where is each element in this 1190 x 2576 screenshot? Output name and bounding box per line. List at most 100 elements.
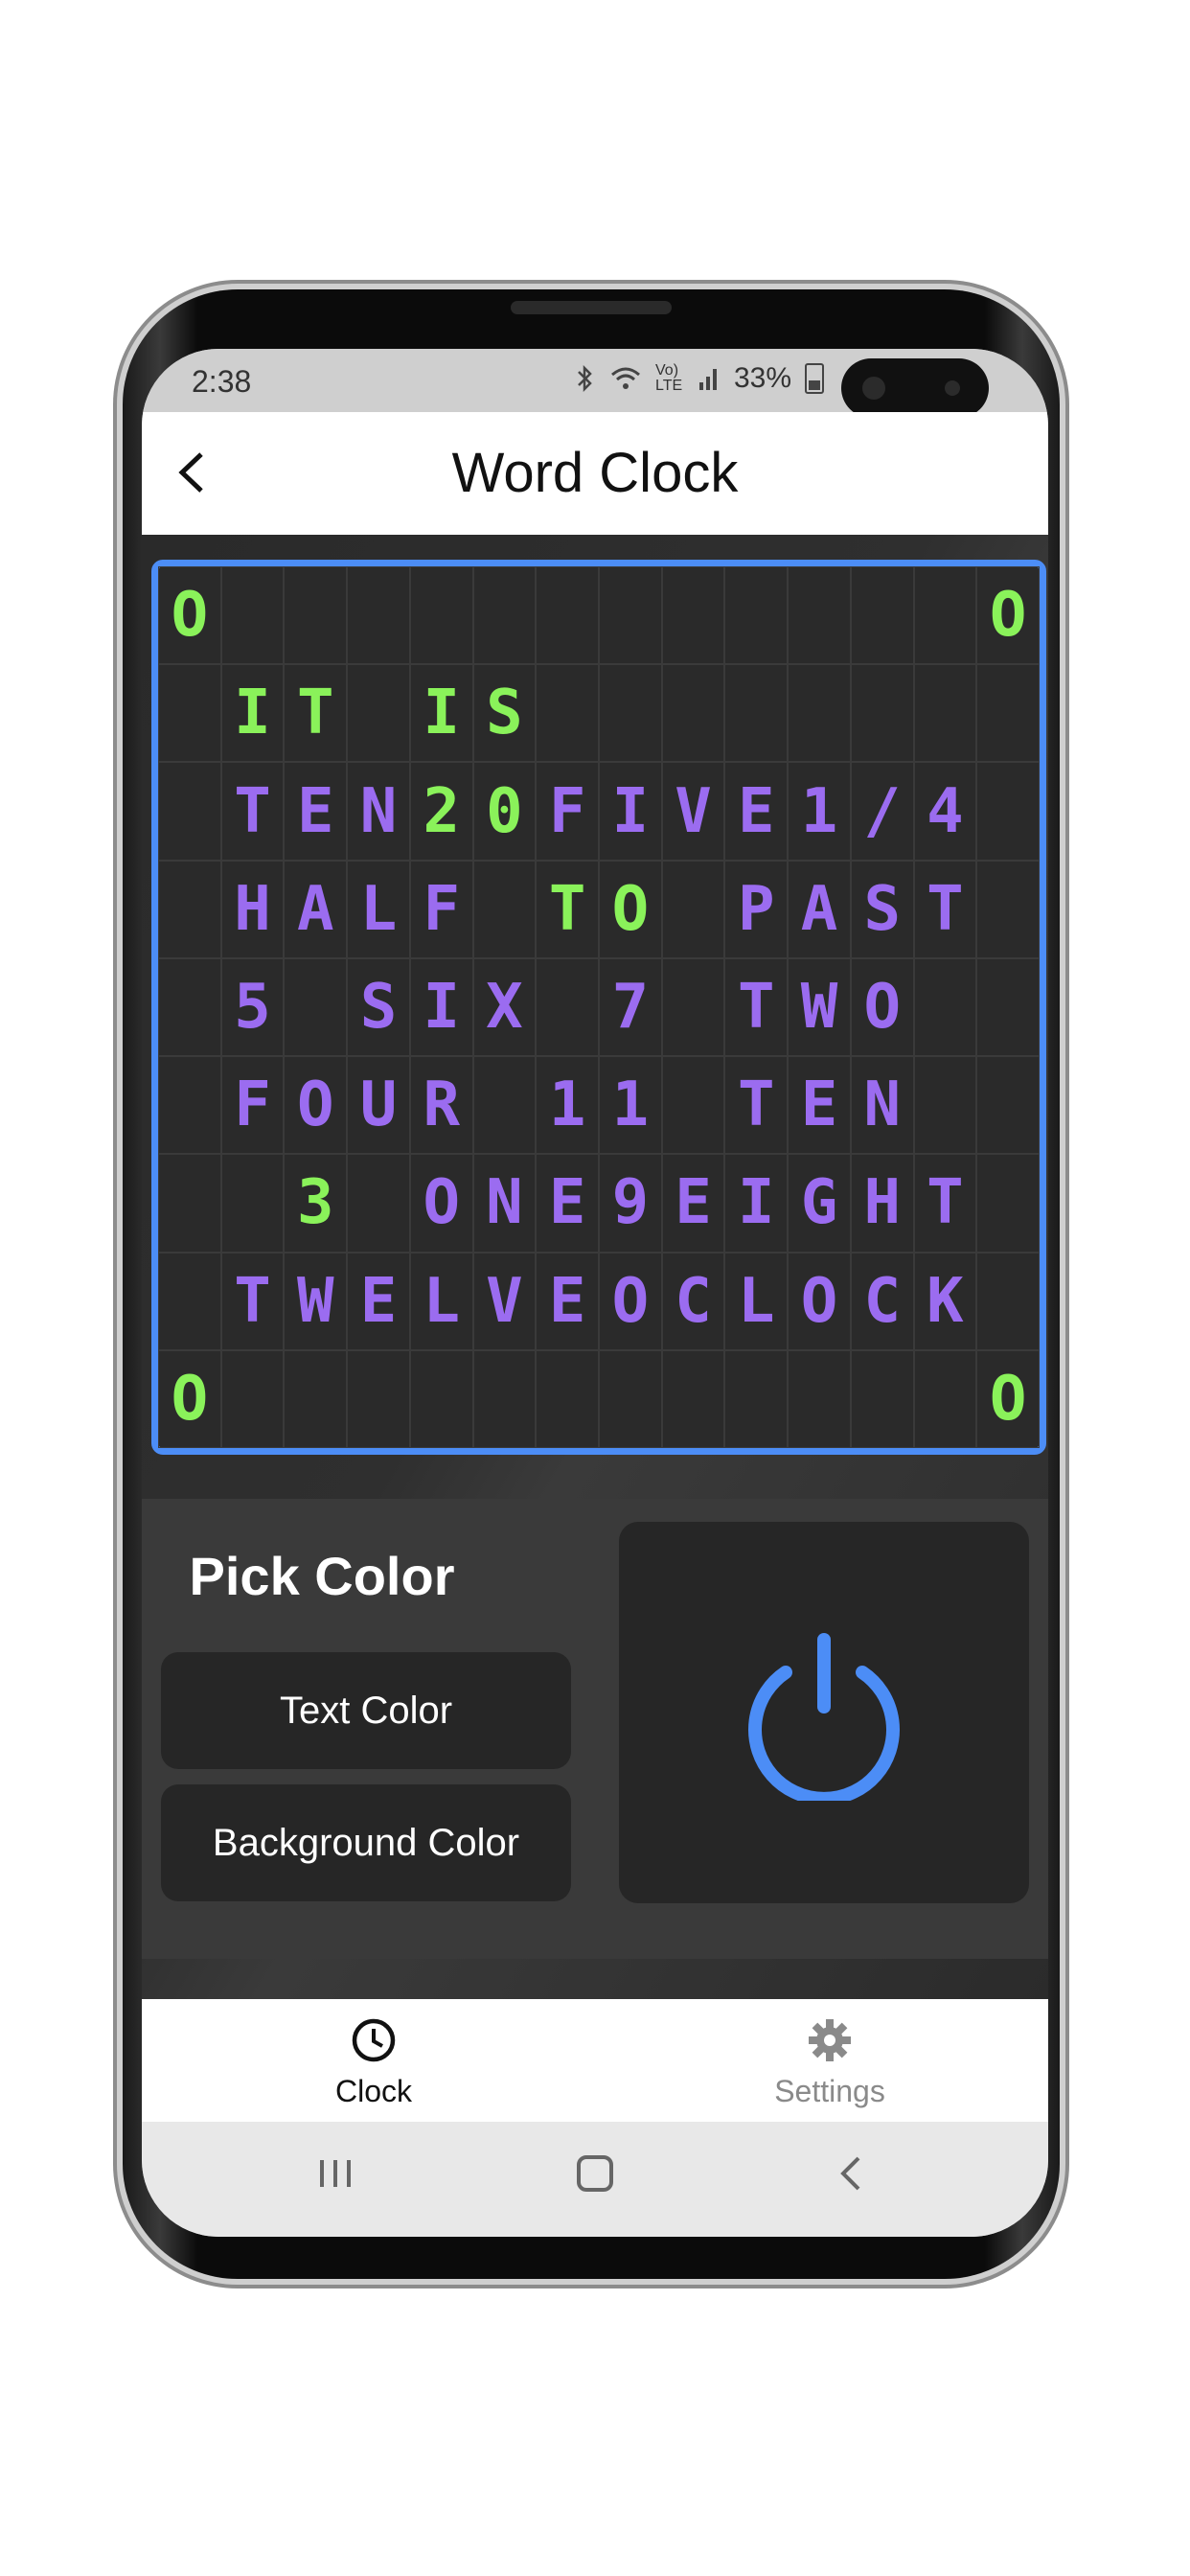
grid-letter: I xyxy=(409,664,473,763)
grid-cell-empty xyxy=(409,566,473,665)
text-color-button[interactable]: Text Color xyxy=(161,1652,571,1769)
grid-letter: S xyxy=(472,664,537,763)
grid-letter: 1 xyxy=(599,1056,662,1155)
grid-letter: E xyxy=(347,1252,410,1350)
tab-settings[interactable]: Settings xyxy=(724,2016,935,2109)
grid-cell-empty xyxy=(788,664,851,763)
background-color-button[interactable]: Background Color xyxy=(161,1784,571,1901)
clock-icon xyxy=(352,2018,396,2062)
grid-letter: K xyxy=(913,1252,977,1350)
grid-letter: A xyxy=(788,860,851,958)
grid-letter: A xyxy=(284,860,348,958)
grid-cell-empty xyxy=(788,1349,851,1448)
grid-letter: E xyxy=(661,1154,725,1253)
grid-cell-empty xyxy=(536,664,599,763)
grid-cell-empty xyxy=(158,1056,221,1155)
grid-letter: R xyxy=(409,1056,473,1155)
back-icon[interactable] xyxy=(830,2150,876,2196)
app-bar: Word Clock xyxy=(142,412,1048,535)
grid-cell-empty xyxy=(158,860,221,958)
grid-cell-empty xyxy=(850,664,914,763)
wifi-icon xyxy=(611,367,640,389)
earpiece-speaker xyxy=(511,301,672,314)
word-clock-grid: O O I T I S T E N 2 0 F I V E 1/4 H A L F T O P A S T 5 S I X 7 T W O F O U R… xyxy=(151,560,1046,1455)
grid-letter: O xyxy=(284,1056,348,1155)
grid-letter: N xyxy=(472,1154,537,1253)
grid-letter: L xyxy=(409,1252,473,1350)
system-navigation-bar xyxy=(142,2122,1048,2237)
grid-letter: I xyxy=(409,957,473,1057)
grid-cell-empty xyxy=(409,1349,473,1448)
grid-cell-empty xyxy=(913,566,977,665)
grid-letter: 3 xyxy=(284,1154,348,1253)
grid-letter: O xyxy=(599,1252,662,1350)
grid-letter: S xyxy=(850,860,914,958)
tab-clock-label: Clock xyxy=(334,2074,412,2108)
grid-letter: X xyxy=(472,957,537,1057)
grid-letter: L xyxy=(347,860,410,958)
grid-cell-empty xyxy=(472,566,537,665)
grid-letter: P xyxy=(724,860,789,958)
grid-cell-empty xyxy=(661,957,725,1057)
grid-letter: / xyxy=(850,762,914,861)
grid-cell-empty xyxy=(976,762,1040,861)
power-button[interactable] xyxy=(619,1522,1029,1903)
grid-letter: W xyxy=(788,957,851,1057)
grid-letter: O xyxy=(158,1349,221,1448)
page-title: Word Clock xyxy=(451,442,739,504)
grid-letter: N xyxy=(850,1056,914,1155)
grid-letter: F xyxy=(220,1056,285,1155)
grid-letter: E xyxy=(724,762,789,861)
grid-letter: O xyxy=(158,566,221,665)
recents-icon[interactable] xyxy=(312,2150,358,2196)
grid-letter: T xyxy=(220,1252,285,1350)
color-panel: Pick Color Text Color Background Color xyxy=(142,1499,1048,1959)
grid-letter: I xyxy=(220,664,285,763)
status-icons: Vo) LTE 33% xyxy=(575,362,825,395)
main-content: O O I T I S T E N 2 0 F I V E 1/4 H A L F T O P A S T 5 S I X 7 T W O F O U R… xyxy=(142,535,1048,1999)
grid-letter: G xyxy=(788,1154,851,1253)
grid-cell-empty xyxy=(661,860,725,958)
power-icon xyxy=(748,1633,900,1801)
grid-cell-empty xyxy=(158,1252,221,1350)
grid-cell-empty xyxy=(158,762,221,861)
grid-cell-empty xyxy=(661,566,725,665)
grid-letter: T xyxy=(536,860,599,958)
grid-cell-empty xyxy=(599,664,662,763)
grid-cell-empty xyxy=(788,566,851,665)
grid-cell-empty xyxy=(661,664,725,763)
grid-letter: I xyxy=(599,762,662,861)
grid-cell-empty xyxy=(913,1056,977,1155)
grid-letter: T xyxy=(284,664,348,763)
grid-letter: V xyxy=(472,1252,537,1350)
grid-cell-empty xyxy=(976,1252,1040,1350)
grid-letter: 1 xyxy=(788,762,851,861)
bluetooth-icon xyxy=(578,364,592,393)
tab-clock[interactable]: Clock xyxy=(268,2016,479,2109)
grid-cell-empty xyxy=(347,664,410,763)
grid-cell-empty xyxy=(284,566,348,665)
home-icon[interactable] xyxy=(572,2150,618,2196)
grid-letter: W xyxy=(284,1252,348,1350)
grid-letter: I xyxy=(724,1154,789,1253)
phone-screen: 2:38 Vo) LTE 33% Word Clock O O I T I S … xyxy=(142,349,1048,2237)
gear-icon xyxy=(809,2019,851,2061)
grid-cell-empty xyxy=(536,566,599,665)
grid-letter: O xyxy=(409,1154,473,1253)
grid-cell-empty xyxy=(158,957,221,1057)
grid-letter: C xyxy=(661,1252,725,1350)
tab-settings-label: Settings xyxy=(774,2074,885,2108)
grid-letter: T xyxy=(724,957,789,1057)
grid-letter: T xyxy=(913,860,977,958)
grid-cell-empty xyxy=(976,1056,1040,1155)
grid-letter: S xyxy=(347,957,410,1057)
grid-letter: T xyxy=(724,1056,789,1155)
signal-icon xyxy=(699,369,717,390)
grid-letter: 2 xyxy=(409,762,473,861)
grid-letter: 5 xyxy=(220,957,285,1057)
grid-cell-empty xyxy=(599,1349,662,1448)
battery-icon xyxy=(805,363,825,394)
grid-cell-empty xyxy=(724,1349,789,1448)
grid-letter: U xyxy=(347,1056,410,1155)
grid-cell-empty xyxy=(536,1349,599,1448)
